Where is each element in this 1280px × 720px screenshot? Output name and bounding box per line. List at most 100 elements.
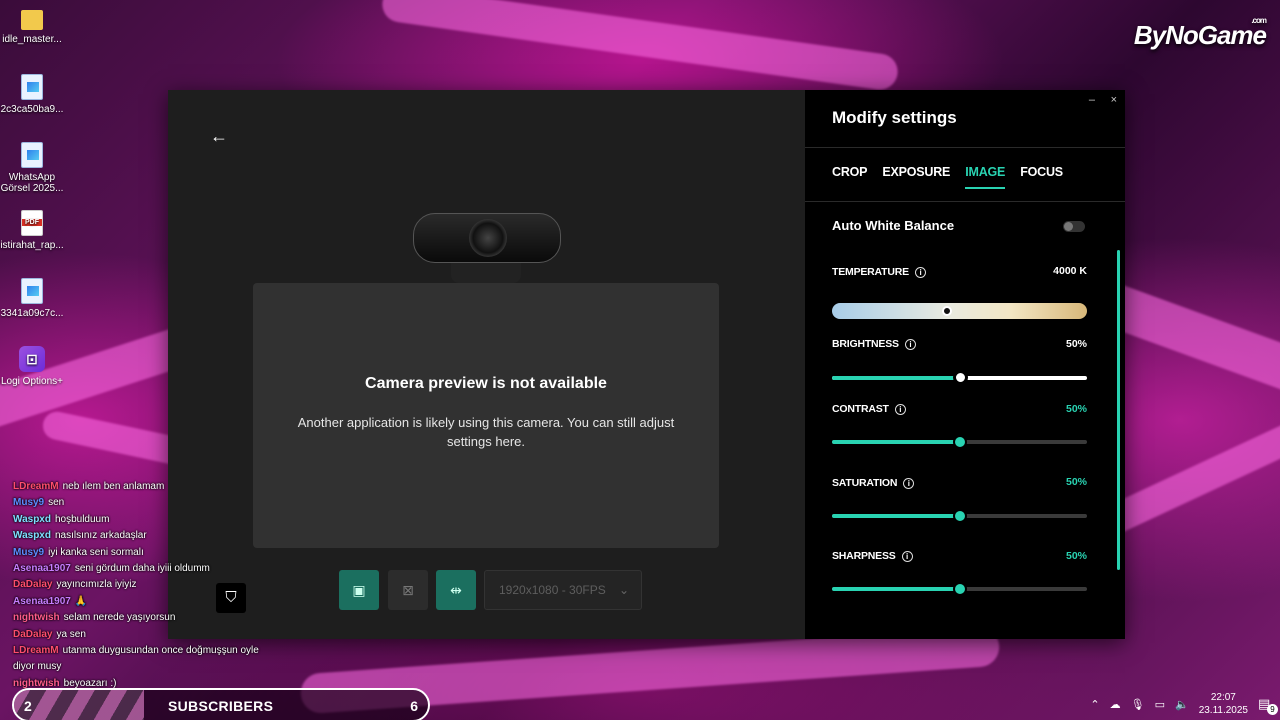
tab-exposure[interactable]: EXPOSURE — [882, 165, 950, 189]
tab-crop[interactable]: CROP — [832, 165, 868, 189]
brightness-value: 50% — [1065, 338, 1087, 350]
temperature-label: TEMPERATURE i — [832, 266, 926, 278]
volume-icon[interactable]: 🔈 — [1175, 698, 1189, 711]
back-arrow-icon[interactable]: ← — [210, 126, 230, 146]
tab-focus[interactable]: FOCUS — [1020, 165, 1063, 189]
webcam-image — [413, 213, 561, 283]
chat-message: Asenaa1907 seni gördum daha iyiii oldumm — [13, 561, 283, 577]
contrast-slider-thumb[interactable] — [952, 435, 967, 449]
desktop-icon-logi-options[interactable]: ⊡ Logi Options+ — [0, 346, 64, 387]
subscribers-label: SUBSCRIBERS — [168, 698, 274, 714]
chat-text: sen — [48, 497, 65, 509]
stream-chat-overlay: LDreamM neb ılem ben anlamam Musy9 sen Waspx… — [13, 479, 283, 692]
desktop-icon-image-1[interactable]: 2c3ca50ba9... — [0, 74, 64, 115]
info-icon[interactable]: i — [904, 338, 916, 350]
chat-message: nightwish selam nerede yaşıyorsun — [13, 610, 283, 626]
preview-title: Camera preview is not available — [365, 375, 607, 392]
contrast-label: CONTRAST i — [832, 403, 906, 415]
info-icon[interactable]: i — [901, 550, 913, 562]
no-preview-icon: ⊠ — [402, 581, 414, 598]
close-button[interactable]: × — [1111, 94, 1117, 106]
chat-text: nasılsınız arkadaşlar — [54, 530, 147, 542]
image-file-icon — [21, 74, 43, 100]
brand-logo: ByNoGame .com — [1133, 16, 1267, 50]
resolution-value: 1920x1080 - 30FPS — [499, 583, 606, 597]
desktop-icon-label: istirahat_rap... — [0, 240, 64, 251]
mirror-button[interactable]: ⇹ — [436, 570, 476, 610]
chat-username: DaDalay — [13, 579, 53, 591]
clock[interactable]: 22:07 23.11.2025 — [1199, 691, 1248, 717]
saturation-slider[interactable] — [832, 509, 1087, 523]
chat-text: ya sen — [56, 628, 86, 640]
notification-count: 9 — [1267, 704, 1278, 715]
chat-message: Waspxd nasılsınız arkadaşlar — [13, 528, 283, 544]
panel-title: Modify settings — [832, 108, 957, 127]
desktop-icon-image-2[interactable]: 3341a09c7c... — [0, 278, 64, 319]
clock-date: 23.11.2025 — [1198, 705, 1248, 716]
info-icon[interactable]: i — [894, 403, 906, 415]
info-icon[interactable]: i — [914, 266, 926, 278]
chat-username: Asenaa1907 — [13, 563, 71, 575]
image-file-icon — [21, 142, 43, 168]
preview-unavailable-box: Camera preview is not available Another … — [253, 283, 719, 548]
chat-message: Musy9 sen — [13, 495, 283, 511]
sharpness-slider-thumb[interactable] — [952, 582, 967, 596]
chevron-down-icon: ⌄ — [618, 583, 629, 597]
pdf-file-icon: PDF — [21, 210, 43, 236]
camera-mode-button[interactable]: ▣ — [339, 570, 379, 610]
preview-message: Another application is likely using this… — [297, 415, 675, 449]
chevron-up-icon[interactable]: ⌃ — [1090, 698, 1099, 711]
network-icon[interactable]: ▭ — [1155, 698, 1165, 711]
chat-username: Asenaa1907 — [13, 595, 71, 607]
desktop-icon-label: Logi Options+ — [1, 376, 63, 387]
temperature-slider[interactable] — [832, 303, 1087, 319]
clock-time: 22:07 — [1210, 692, 1236, 703]
settings-tabs: CROP EXPOSURE IMAGE FOCUS — [832, 165, 1078, 189]
chat-text: seni gördum daha iyiii oldumm — [74, 563, 210, 575]
chat-message: LDreamM utanma duygusundan once doğmuşşun… — [13, 643, 283, 676]
auto-white-balance-toggle[interactable] — [1063, 221, 1085, 232]
desktop-icon-label: WhatsApp Görsel 2025... — [0, 172, 64, 194]
desktop-icon-label: idle_master... — [2, 34, 62, 45]
contrast-slider[interactable] — [832, 435, 1087, 449]
desktop-icon-pdf[interactable]: PDF istirahat_rap... — [0, 210, 64, 251]
saturation-value: 50% — [1065, 476, 1087, 488]
chat-text: neb ılem ben anlamam — [62, 481, 165, 492]
scrollbar[interactable] — [1117, 250, 1120, 570]
subscribers-right-count: 6 — [410, 698, 418, 714]
brightness-slider[interactable] — [832, 370, 1087, 385]
sharpness-value: 50% — [1065, 550, 1087, 562]
subscribers-bar: 2 SUBSCRIBERS 6 — [12, 688, 430, 720]
brightness-label: BRIGHTNESS i — [832, 338, 916, 350]
sharpness-slider[interactable] — [832, 582, 1087, 596]
contrast-value: 50% — [1065, 403, 1087, 415]
chat-username: Waspxd — [13, 513, 51, 525]
tab-image[interactable]: IMAGE — [965, 165, 1005, 189]
chat-message: Waspxd hoşbulduum — [13, 512, 283, 528]
chat-username: Waspxd — [13, 530, 51, 542]
chat-username: LDreamM — [13, 481, 59, 492]
brightness-slider-thumb[interactable] — [952, 370, 968, 385]
disable-preview-button[interactable]: ⊠ — [388, 570, 428, 610]
camera-icon: ▣ — [352, 581, 366, 598]
cloud-icon[interactable]: ☁ — [1110, 698, 1121, 711]
folder-icon — [21, 10, 43, 30]
brand-suffix: .com — [1251, 16, 1267, 25]
temperature-value: 4000 K — [1053, 265, 1087, 277]
resolution-select[interactable]: 1920x1080 - 30FPS ⌄ — [484, 570, 642, 610]
chat-username: DaDalay — [13, 628, 53, 640]
desktop-icon-idle-master[interactable]: idle_master... — [0, 6, 64, 45]
temperature-slider-thumb[interactable] — [941, 306, 952, 316]
minimize-button[interactable]: – — [1089, 94, 1095, 106]
microphone-icon[interactable]: 🎙 — [1131, 698, 1145, 711]
sharpness-slider-fill — [832, 587, 960, 591]
desktop-icon-whatsapp-image[interactable]: WhatsApp Görsel 2025... — [0, 142, 64, 194]
auto-white-balance-label: Auto White Balance — [832, 218, 955, 233]
logi-camera-settings-window: ← Camera preview is not available Anothe… — [168, 90, 1125, 639]
desktop-icon-label: 3341a09c7c... — [0, 308, 64, 319]
saturation-slider-thumb[interactable] — [952, 509, 967, 523]
info-icon[interactable]: i — [903, 477, 915, 489]
notification-icon[interactable]: ▤ 9 — [1258, 696, 1278, 715]
chat-text: 🙏 — [74, 595, 88, 607]
chat-text: yayıncımızla iyiyiz — [56, 579, 137, 591]
